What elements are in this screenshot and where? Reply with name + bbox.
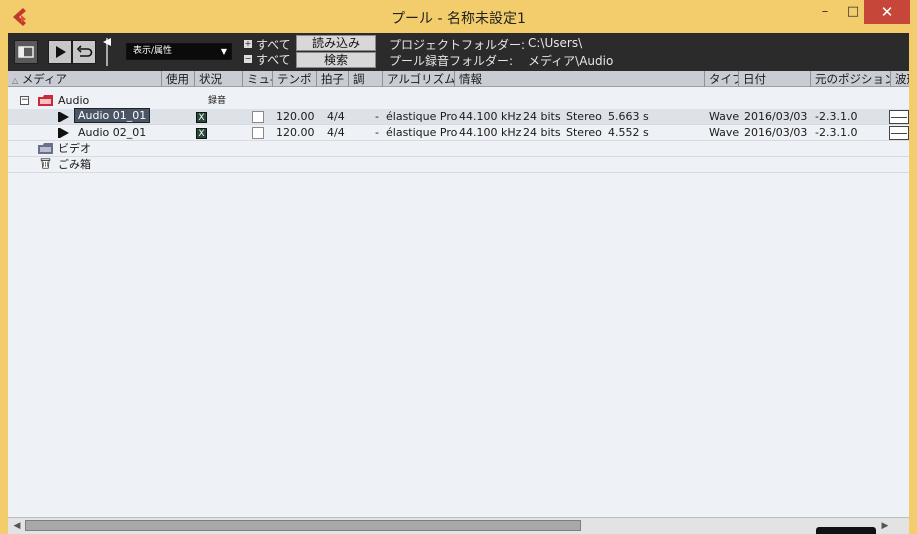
folder-row-video[interactable]: ビデオ [8,141,909,157]
pool-toolbar: 表示/属性 ▼ + − すべて すべて 読み込み 検索 プロジェクトフォルダー:… [8,33,909,71]
clip-tempo[interactable]: 120.00 [276,125,315,141]
pool-window: プール - 名称未設定1 – □ ✕ 表示/属性 ▼ + − すべて すべて 読… [0,0,917,534]
clip-date: 2016/03/03 [744,126,808,139]
layout-toggle-icon [18,46,34,58]
clip-channels: Stereo [566,126,602,139]
clip-type: Wave [709,110,740,123]
folder-row-trash[interactable]: ごみ箱 [8,157,909,173]
clip-key[interactable]: - [375,109,379,125]
clip-signature[interactable]: 4/4 [327,109,345,125]
col-type[interactable]: タイプ [704,71,738,87]
preview-play-button[interactable] [48,40,72,64]
col-used[interactable]: 使用 [161,71,194,87]
clip-length: 4.552 s [608,126,649,139]
play-icon [56,46,66,58]
clip-algorithm[interactable]: élastique Pro [386,125,457,141]
project-folder-path: C:\Users\ [528,36,583,50]
col-origin[interactable]: 元のポジション [810,71,890,87]
import-button[interactable]: 読み込み [296,35,376,51]
col-media-label: メディア [21,72,68,86]
trash-icon [40,158,51,169]
col-date[interactable]: 日付 [738,71,810,87]
clip-rate: 44.100 kHz [459,110,522,123]
loop-icon [76,45,93,57]
clip-bits: 24 bits [523,126,561,139]
clip-date: 2016/03/03 [744,110,808,123]
volume-fader-icon[interactable] [101,38,113,66]
status-record-icon: X [196,128,207,139]
chevron-down-icon: ▼ [220,47,227,56]
col-media[interactable]: △ メディア [8,71,161,87]
clip-name[interactable]: Audio 02_01 [78,125,146,141]
clip-row[interactable]: Audio 01_01 X 120.00 4/4 - élastique Pro… [8,108,909,125]
clip-origin: -2.3.1.0 [815,110,858,123]
title-bar: プール - 名称未設定1 – □ ✕ [0,0,917,33]
clip-algorithm[interactable]: élastique Pro [386,109,457,125]
pool-list: − Audio 録音 Audio 01_01 X 120.00 4/4 - él… [8,87,909,517]
clip-bits: 24 bits [523,110,561,123]
close-button[interactable]: ✕ [864,0,910,24]
view-attribute-dropdown[interactable]: 表示/属性 ▼ [126,43,232,60]
preview-loop-button[interactable] [72,40,96,64]
minimize-button[interactable]: – [808,0,842,24]
record-folder-path[interactable]: メディア\Audio [528,52,613,69]
clip-name[interactable]: Audio 01_01 [74,108,151,123]
waveform-thumbnail [889,110,909,124]
collapse-all-icon[interactable]: − [244,55,252,63]
col-key[interactable]: 調 [348,71,382,87]
clip-tempo[interactable]: 120.00 [276,109,315,125]
clip-key[interactable]: - [375,125,379,141]
record-folder-label: プール録音フォルダー: [389,54,514,68]
clip-play-icon[interactable] [58,112,69,122]
clip-rate: 44.100 kHz [459,126,522,139]
window-title: プール - 名称未設定1 [391,11,526,27]
mute-checkbox[interactable] [252,127,264,139]
folder-name-trash: ごみ箱 [58,158,91,171]
search-button[interactable]: 検索 [296,52,376,68]
col-status[interactable]: 状況 [194,71,242,87]
collapse-all-label[interactable]: すべて [256,51,291,68]
scroll-thumb[interactable] [25,520,581,531]
folder-name-audio: Audio [58,94,90,107]
folder-name-video: ビデオ [58,142,91,155]
clip-row[interactable]: Audio 02_01 X 120.00 4/4 - élastique Pro… [8,125,909,141]
video-folder-icon [38,143,53,154]
waveform-thumbnail [889,126,909,140]
audio-folder-icon [38,95,53,106]
clip-origin: -2.3.1.0 [815,126,858,139]
scroll-right-icon[interactable]: ▶ [879,520,891,532]
clip-length: 5.663 s [608,110,649,123]
horizontal-scrollbar[interactable]: ◀ ▶ [8,517,909,534]
zoom-control[interactable] [816,527,876,534]
project-folder-label: プロジェクトフォルダー: [389,38,526,52]
layout-toggle-button[interactable] [14,40,38,64]
record-folder-label-tag: 録音 [208,96,227,106]
col-signature[interactable]: 拍子 [316,71,348,87]
view-dropdown-label: 表示/属性 [133,46,173,56]
mute-checkbox[interactable] [252,111,264,123]
clip-channels: Stereo [566,110,602,123]
column-header: △ メディア 使用 状況 ミュ- テンポ 拍子 調 アルゴリズム 情報 タイプ … [8,71,909,87]
folder-row-audio[interactable]: − Audio 録音 [8,93,909,109]
col-mute[interactable]: ミュ- [242,71,272,87]
clip-play-icon[interactable] [58,128,69,138]
status-record-icon: X [196,112,207,123]
col-algorithm[interactable]: アルゴリズム [382,71,454,87]
clip-signature[interactable]: 4/4 [327,125,345,141]
col-tempo[interactable]: テンポ [272,71,316,87]
expand-all-icon[interactable]: + [244,40,252,48]
clip-type: Wave [709,126,740,139]
col-wave[interactable]: 波形 [890,71,909,87]
col-info[interactable]: 情報 [454,71,704,87]
collapse-toggle-icon[interactable]: − [20,96,29,105]
sort-icon: △ [12,76,19,85]
scroll-left-icon[interactable]: ◀ [11,520,23,532]
